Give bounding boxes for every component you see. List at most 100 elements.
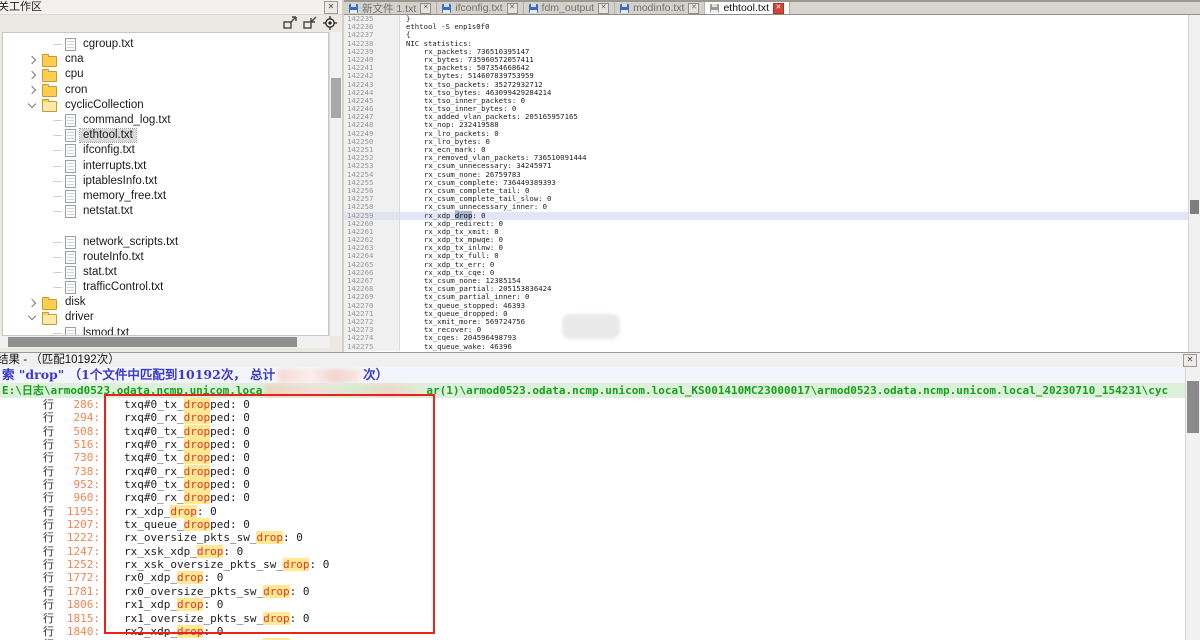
result-row[interactable]: 行952:txq#0_tx_dropped: 0	[0, 478, 1186, 491]
tree-item-driver[interactable]: driver	[3, 310, 328, 325]
tree-vertical-scrollbar[interactable]	[329, 32, 342, 336]
tree-item-ifconfig-txt[interactable]: ifconfig.txt	[3, 143, 328, 158]
save-icon	[710, 4, 719, 13]
line-number: 142275	[344, 343, 400, 351]
result-row[interactable]: 行1840:rx2_xdp_drop: 0	[0, 625, 1186, 638]
tree-item-network_scripts-txt[interactable]: network_scripts.txt	[3, 234, 328, 249]
result-row[interactable]: 行1781:rx0_oversize_pkts_sw_drop: 0	[0, 585, 1186, 598]
tree-item-label: interrupts.txt	[80, 160, 149, 173]
result-row[interactable]: 行1222:rx_oversize_pkts_sw_drop: 0	[0, 531, 1186, 544]
line-text: rx_xdp_tx_mpwqe: 0	[400, 236, 1189, 244]
tab-close-icon[interactable]: ✕	[773, 3, 784, 14]
tree-item-command_log-txt[interactable]: command_log.txt	[3, 113, 328, 128]
match-highlight: drop	[263, 612, 290, 625]
tab-ifconfig-txt[interactable]: ifconfig.txt✕	[437, 2, 523, 14]
tab-close-icon[interactable]: ✕	[688, 3, 699, 14]
tree-item-trafficControl-txt[interactable]: trafficControl.txt	[3, 280, 328, 295]
results-close-icon[interactable]: ✕	[1183, 354, 1197, 367]
file-icon	[65, 327, 76, 336]
tab-close-icon[interactable]: ✕	[420, 3, 431, 14]
tree-item-disk[interactable]: disk	[3, 295, 328, 310]
result-text: rx2_xdp_drop: 0	[124, 625, 223, 638]
result-row[interactable]: 行960:rxq#0_rx_dropped: 0	[0, 491, 1186, 504]
editor-vertical-scrollbar[interactable]	[1188, 15, 1200, 352]
tree-item-routeInfo-txt[interactable]: routeInfo.txt	[3, 250, 328, 265]
result-row[interactable]: 行286:txq#0_tx_dropped: 0	[0, 398, 1186, 411]
tree-item-lsmod-txt[interactable]: lsmod.txt	[3, 326, 328, 336]
result-row[interactable]: 行1772:rx0_xdp_drop: 0	[0, 571, 1186, 584]
locate-file-icon[interactable]	[323, 16, 338, 30]
match-highlight: drop	[184, 465, 211, 478]
tree-item-cyclicCollection[interactable]: cyclicCollection	[3, 98, 328, 113]
row-label: 行	[43, 451, 54, 464]
tree-vscroll-thumb[interactable]	[331, 78, 341, 118]
result-line-number: 738:	[60, 465, 100, 478]
editor-line: 142275tx_queue_wake: 46396	[344, 343, 1189, 351]
tree-item-iptablesInfo-txt[interactable]: iptablesInfo.txt	[3, 174, 328, 189]
tree-item-label: memory_free.txt	[80, 190, 169, 203]
chevron-icon[interactable]	[28, 312, 36, 320]
result-row[interactable]: 行1252:rx_xsk_oversize_pkts_sw_drop: 0	[0, 558, 1186, 571]
line-text: tx_queue_stopped: 46393	[400, 302, 1189, 310]
tree-item-cna[interactable]: cna	[3, 52, 328, 67]
result-row[interactable]: 行1207:tx_queue_dropped: 0	[0, 518, 1186, 531]
tree-item-cron[interactable]: cron	[3, 83, 328, 98]
tree-item-cpu[interactable]: cpu	[3, 67, 328, 82]
result-row[interactable]: 行1247:rx_xsk_xdp_drop: 0	[0, 545, 1186, 558]
result-line-number: 1772:	[60, 571, 100, 584]
result-text: rx1_xdp_drop: 0	[124, 598, 223, 611]
result-row[interactable]: 行1195:rx_xdp_drop: 0	[0, 505, 1186, 518]
row-label: 行	[43, 571, 54, 584]
result-row[interactable]: 行294:rxq#0_rx_dropped: 0	[0, 411, 1186, 424]
folder-icon	[42, 56, 57, 67]
result-row[interactable]: 行1806:rx1_xdp_drop: 0	[0, 598, 1186, 611]
result-text: txq#0_tx_dropped: 0	[124, 451, 250, 464]
chevron-icon[interactable]	[28, 100, 36, 108]
tab-fdm_output[interactable]: fdm_output✕	[524, 2, 616, 14]
tab-ethtool-txt[interactable]: ethtool.txt✕	[705, 2, 790, 14]
editor-vscroll-thumb[interactable]	[1190, 200, 1199, 214]
line-text: rx_xdp_tx_full: 0	[400, 252, 1189, 260]
result-row[interactable]: 行738:rxq#0_rx_dropped: 0	[0, 465, 1186, 478]
result-file-path[interactable]: E:\日志\armod0523.odata.ncmp.unicom.locaar…	[0, 383, 1186, 398]
tree-horizontal-scrollbar[interactable]	[0, 336, 330, 348]
tree-item-label: cpu	[62, 68, 87, 81]
tab-close-icon[interactable]: ✕	[598, 3, 609, 14]
redaction-blur	[562, 314, 620, 339]
tree-item-memory_free-txt[interactable]: memory_free.txt	[3, 189, 328, 204]
tab-close-icon[interactable]: ✕	[507, 3, 518, 14]
tree-item-netstat-txt[interactable]: netstat.txt	[3, 204, 328, 219]
result-row[interactable]: 行516:rxq#0_rx_dropped: 0	[0, 438, 1186, 451]
chevron-icon[interactable]	[28, 299, 36, 307]
expand-all-icon[interactable]	[283, 16, 298, 30]
tree-hscroll-thumb[interactable]	[8, 337, 297, 347]
file-icon	[65, 160, 76, 173]
tree-item-ethtool-txt[interactable]: ethtool.txt	[3, 128, 328, 143]
editor-text-area[interactable]: 142235}142236ethtool -S enp1s0f0142237{1…	[344, 15, 1189, 352]
result-row[interactable]: 行1815:rx1_oversize_pkts_sw_drop: 0	[0, 612, 1186, 625]
file-icon	[65, 175, 76, 188]
result-row[interactable]: 行730:txq#0_tx_dropped: 0	[0, 451, 1186, 464]
result-line-number: 952:	[60, 478, 100, 491]
tree-item-stat-txt[interactable]: stat.txt	[3, 265, 328, 280]
tree-item-interrupts-txt[interactable]: interrupts.txt	[3, 159, 328, 174]
line-text: tx_queue_wake: 46396	[400, 343, 1189, 351]
file-path-prefix: E:\日志\armod0523.odata.ncmp.unicom.loca	[2, 384, 262, 397]
chevron-icon[interactable]	[28, 86, 36, 94]
result-line-number: 960:	[60, 491, 100, 504]
workspace-close-icon[interactable]: ✕	[324, 1, 338, 14]
tab-modinfo-txt[interactable]: modinfo.txt✕	[615, 2, 705, 14]
results-vertical-scrollbar[interactable]	[1185, 367, 1200, 640]
tree-item-label: network_scripts.txt	[80, 236, 181, 249]
file-icon	[65, 281, 76, 294]
row-label: 行	[43, 491, 54, 504]
tab--1-txt[interactable]: 新文件 1.txt✕	[344, 2, 437, 14]
collapse-all-icon[interactable]	[303, 16, 318, 30]
chevron-icon[interactable]	[28, 56, 36, 64]
result-text: rx0_oversize_pkts_sw_drop: 0	[124, 585, 309, 598]
tree-item-cgroup-txt[interactable]: cgroup.txt	[3, 37, 328, 52]
line-text: tx_added_vlan_packets: 205165957165	[400, 113, 1189, 121]
result-row[interactable]: 行508:txq#0_tx_dropped: 0	[0, 425, 1186, 438]
chevron-icon[interactable]	[28, 71, 36, 79]
results-vscroll-thumb[interactable]	[1187, 381, 1199, 433]
